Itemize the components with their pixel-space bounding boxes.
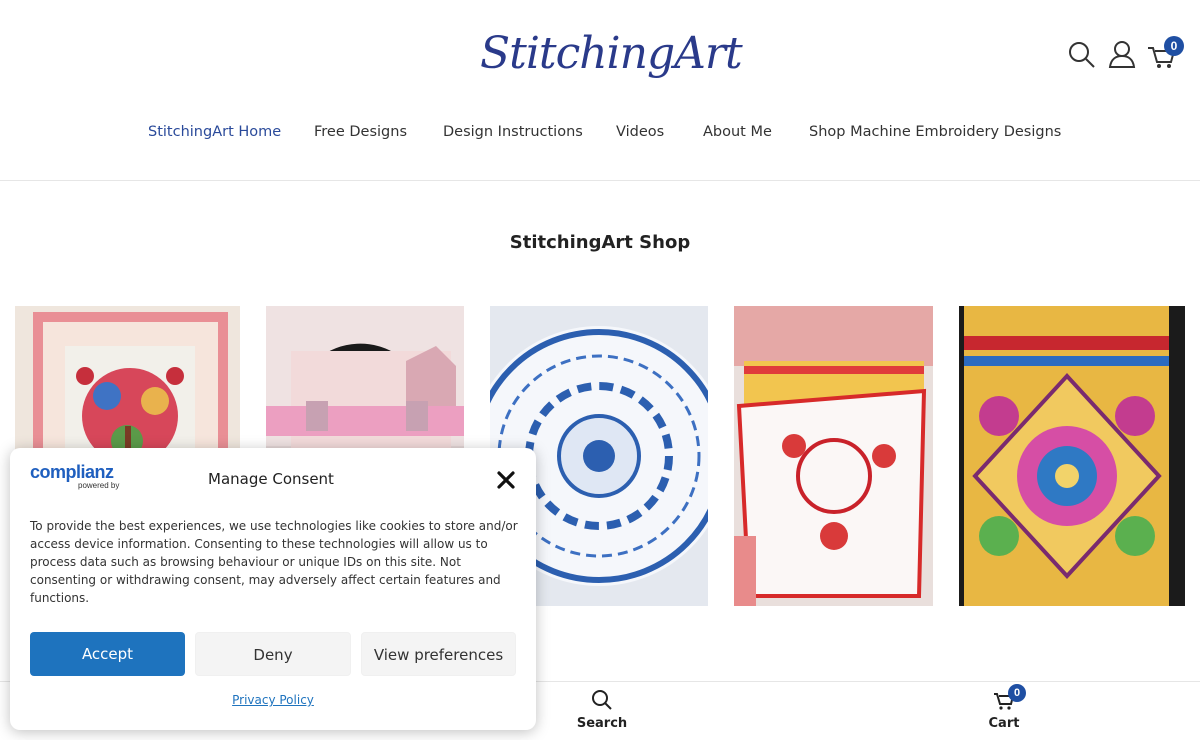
nav-item-home[interactable]: StitchingArt Home xyxy=(148,124,281,140)
view-preferences-button[interactable]: View preferences xyxy=(361,632,516,676)
bottom-cart-count-badge: 0 xyxy=(1008,684,1026,702)
privacy-policy-link[interactable]: Privacy Policy xyxy=(10,693,536,707)
nav-item-design-instructions[interactable]: Design Instructions xyxy=(443,124,583,140)
consent-title: Manage Consent xyxy=(208,470,334,488)
cart-icon: 0 xyxy=(992,684,1026,714)
product-tote-image[interactable] xyxy=(959,306,1185,606)
nav-item-videos[interactable]: Videos xyxy=(616,124,664,140)
consent-description: To provide the best experiences, we use … xyxy=(30,519,518,605)
shop-title: StitchingArt Shop xyxy=(509,232,691,253)
nav-item-shop[interactable]: Shop Machine Embroidery Designs xyxy=(809,124,1061,140)
search-icon[interactable] xyxy=(1064,36,1100,72)
accept-button[interactable]: Accept xyxy=(30,632,185,676)
complianz-logo[interactable]: complianz powered by xyxy=(30,462,119,490)
search-icon xyxy=(590,688,614,714)
bottom-cart-label: Cart xyxy=(988,716,1020,731)
consent-dialog: complianz powered by Manage Consent To p… xyxy=(10,448,536,730)
bottom-search-button[interactable]: Search xyxy=(552,688,652,731)
site-logo[interactable]: StitchingArt xyxy=(480,14,743,94)
site-header: StitchingArt 0 StitchingArt Home Free De… xyxy=(0,0,1200,181)
close-icon[interactable] xyxy=(496,470,516,490)
complianz-logo-subtext: powered by xyxy=(78,481,120,490)
bottom-cart-button[interactable]: 0 Cart xyxy=(954,684,1054,731)
deny-button[interactable]: Deny xyxy=(195,632,351,676)
product-pillow-image[interactable] xyxy=(734,306,933,606)
nav-item-about-me[interactable]: About Me xyxy=(703,124,772,140)
cart-count-badge: 0 xyxy=(1164,36,1184,56)
logo-text: StitchingArt xyxy=(480,28,743,79)
cart-icon[interactable]: 0 xyxy=(1144,36,1184,72)
bottom-search-label: Search xyxy=(576,716,628,731)
main-nav: StitchingArt Home Free Designs Design In… xyxy=(0,124,1200,148)
user-account-icon[interactable] xyxy=(1104,36,1140,72)
nav-item-free-designs[interactable]: Free Designs xyxy=(314,124,407,140)
complianz-logo-text: complianz xyxy=(30,462,114,482)
